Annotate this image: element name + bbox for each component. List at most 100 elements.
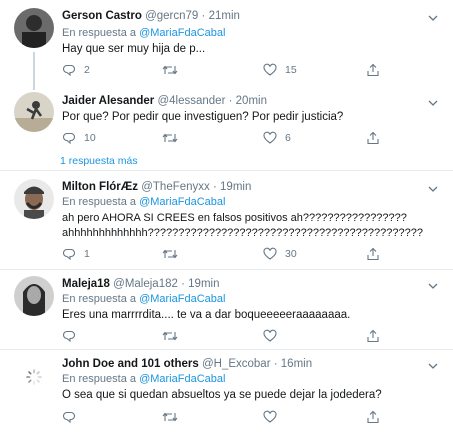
thread-line — [33, 52, 35, 90]
retweet-button[interactable] — [162, 62, 186, 78]
reply-prefix: En respuesta a — [62, 373, 136, 385]
like-button[interactable]: 30 — [263, 246, 297, 262]
share-icon — [367, 410, 379, 424]
tweet-text: Eres una marrrrdita.... te va a dar boqu… — [62, 308, 350, 323]
timestamp[interactable]: 19min — [220, 181, 251, 193]
like-count: 30 — [285, 248, 297, 260]
tweet-header: Milton FlórÆz @TheFenyxx · 19min — [62, 181, 251, 193]
like-button[interactable]: 6 — [263, 130, 291, 146]
avatar[interactable] — [14, 276, 54, 316]
like-count: 6 — [285, 132, 291, 144]
share-icon — [367, 329, 379, 343]
reply-count: 1 — [84, 248, 90, 260]
share-button[interactable] — [366, 328, 380, 344]
reply-icon — [62, 64, 76, 77]
loading-spinner-icon — [14, 357, 54, 397]
tweet-text: O sea que si quedan absueltos ya se pued… — [62, 388, 382, 403]
like-button[interactable]: 15 — [263, 62, 297, 78]
reply-context: En respuesta a @MariaFdaCabal — [62, 373, 225, 385]
mention-link[interactable]: @MariaFdaCabal — [139, 27, 225, 39]
separator-dot: · — [212, 181, 217, 193]
mention-link[interactable]: @MariaFdaCabal — [139, 293, 225, 305]
user-handle[interactable]: @4lessander — [157, 95, 225, 107]
reply-context: En respuesta a @MariaFdaCabal — [62, 293, 225, 305]
tweet-actions: 10 6 — [62, 130, 382, 146]
user-handle[interactable]: @H_Excobar — [202, 358, 271, 370]
separator-dot: · — [201, 10, 206, 22]
display-name[interactable]: Maleja18 — [62, 278, 110, 290]
chevron-down-icon[interactable] — [428, 98, 438, 108]
retweet-icon — [162, 133, 178, 143]
divider — [0, 269, 453, 270]
retweet-button[interactable] — [162, 328, 186, 344]
tweet-text-line: Eres una marrrrdita.... te va a dar boqu… — [62, 309, 351, 321]
display-name[interactable]: Jaider Alesander — [62, 95, 154, 107]
heart-icon — [263, 329, 277, 342]
avatar[interactable] — [14, 8, 54, 48]
tweet-actions: 2 15 — [62, 62, 382, 78]
mention-link[interactable]: @MariaFdaCabal — [139, 196, 225, 208]
chevron-down-icon[interactable] — [428, 281, 438, 291]
mention-link[interactable]: @MariaFdaCabal — [139, 373, 225, 385]
avatar[interactable] — [14, 357, 54, 397]
like-button[interactable] — [263, 409, 285, 425]
heart-icon — [263, 247, 277, 260]
share-button[interactable] — [366, 409, 380, 425]
share-button[interactable] — [366, 130, 380, 146]
chevron-down-icon[interactable] — [428, 184, 438, 194]
reply-button[interactable]: 2 — [62, 62, 90, 78]
chevron-down-icon[interactable] — [428, 13, 438, 23]
avatar[interactable] — [14, 179, 54, 219]
reply-button[interactable] — [62, 328, 84, 344]
retweet-button[interactable] — [162, 246, 186, 262]
retweet-icon — [162, 249, 178, 259]
chevron-down-icon[interactable] — [428, 361, 438, 371]
show-more-replies-link[interactable]: 1 respuesta más — [60, 155, 138, 167]
user-handle[interactable]: @gercn79 — [145, 10, 198, 22]
avatar[interactable] — [14, 92, 54, 132]
tweet-header: Jaider Alesander @4lessander · 20min — [62, 95, 267, 107]
tweet-actions: 1 30 — [62, 246, 382, 262]
heart-icon — [263, 410, 277, 423]
display-name[interactable]: John Doe and 101 others — [62, 358, 199, 370]
tweet-text-line: Hay que ser muy hija de p... — [62, 43, 206, 55]
display-name[interactable]: Gerson Castro — [62, 10, 142, 22]
display-name[interactable]: Milton FlórÆz — [62, 181, 138, 193]
timestamp[interactable]: 16min — [281, 358, 312, 370]
tweet-actions — [62, 328, 382, 344]
divider — [0, 349, 453, 350]
separator-dot: · — [181, 278, 185, 290]
timestamp[interactable]: 19min — [188, 278, 219, 290]
divider — [0, 170, 453, 171]
tweet-text-line: O sea que si quedan absueltos ya se pued… — [62, 389, 382, 401]
user-handle[interactable]: @Maleja182 — [113, 278, 178, 290]
separator-dot: · — [273, 358, 278, 370]
retweet-icon — [162, 331, 178, 341]
reply-button[interactable] — [62, 409, 84, 425]
user-handle[interactable]: @TheFenyxx — [141, 181, 210, 193]
tweet-text: Hay que ser muy hija de p... — [62, 42, 205, 57]
reply-icon — [62, 330, 76, 343]
share-button[interactable] — [366, 246, 380, 262]
timestamp[interactable]: 21min — [209, 10, 240, 22]
like-count: 15 — [285, 64, 297, 76]
share-icon — [367, 247, 379, 261]
tweet-text: Por que? Por pedir que investiguen? Por … — [62, 110, 343, 125]
tweet-header: Maleja18 @Maleja182 · 19min — [62, 278, 219, 290]
tweet-header: Gerson Castro @gercn79 · 21min — [62, 10, 240, 22]
tweet-actions — [62, 409, 382, 425]
retweet-button[interactable] — [162, 409, 186, 425]
like-button[interactable] — [263, 328, 285, 344]
reply-context: En respuesta a @MariaFdaCabal — [62, 196, 225, 208]
timestamp[interactable]: 20min — [236, 95, 267, 107]
separator-dot: · — [228, 95, 233, 107]
tweet-header: John Doe and 101 others @H_Excobar · 16m… — [62, 358, 312, 370]
reply-prefix: En respuesta a — [62, 196, 136, 208]
share-button[interactable] — [366, 62, 380, 78]
reply-count: 10 — [84, 132, 96, 144]
reply-count: 2 — [84, 64, 90, 76]
reply-button[interactable]: 10 — [62, 130, 96, 146]
reply-button[interactable]: 1 — [62, 246, 90, 262]
retweet-button[interactable] — [162, 130, 186, 146]
tweet-text-line: ah pero AHORA SI CREES en falsos positiv… — [62, 212, 407, 224]
